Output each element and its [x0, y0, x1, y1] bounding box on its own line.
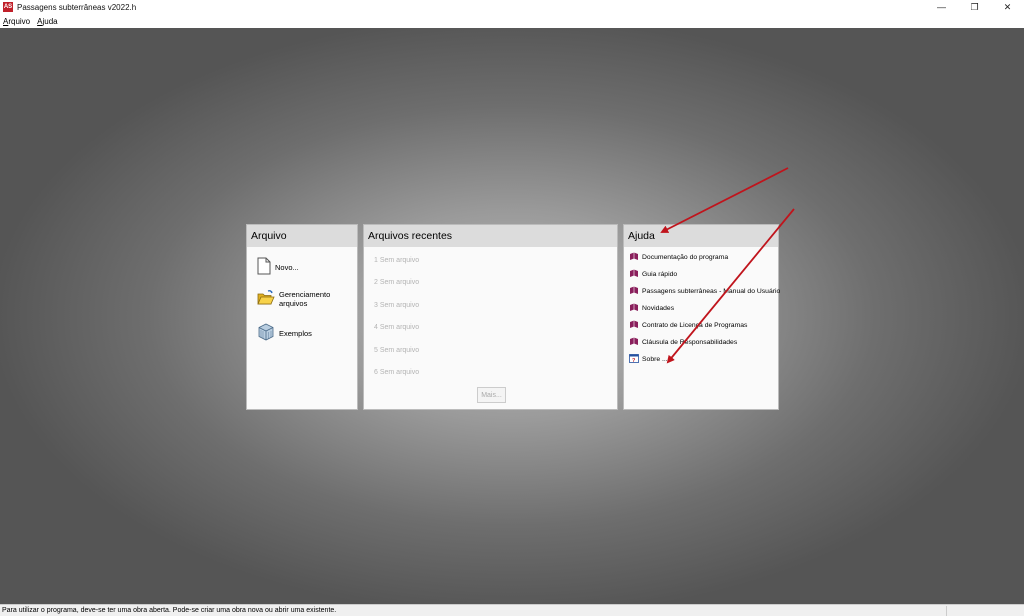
- book-icon: [629, 303, 639, 314]
- recent-file-item[interactable]: 3 Sem arquivo: [374, 302, 419, 309]
- app-icon[interactable]: AS: [3, 2, 13, 12]
- examples-label: Exemplos: [279, 328, 312, 338]
- workspace: Arquivo Novo... Gerenciamento arquivos E…: [0, 28, 1024, 604]
- panel-recent-files: Arquivos recentes 1 Sem arquivo 2 Sem ar…: [363, 224, 618, 410]
- panel-ajuda: Ajuda Documentação do programa Guia rápi…: [623, 224, 780, 410]
- book-icon: [629, 252, 639, 263]
- file-management-label: Gerenciamento arquivos: [279, 290, 331, 308]
- file-management-button[interactable]: Gerenciamento arquivos: [257, 289, 357, 309]
- window-controls: — ❐ ✕: [925, 0, 1024, 14]
- help-about-link[interactable]: ? Sobre ...: [629, 354, 668, 365]
- window-title: Passagens subterrâneas v2022.h: [17, 2, 137, 12]
- help-item-label: Cláusula de Responsabilidades: [642, 339, 738, 346]
- recent-file-item[interactable]: 4 Sem arquivo: [374, 324, 419, 331]
- status-text: Para utilizar o programa, deve-se ter um…: [2, 607, 337, 614]
- panel-recent-files-title: Arquivos recentes: [364, 225, 617, 247]
- status-pane: [946, 606, 1024, 616]
- help-item-label: Contrato de Licença de Programas: [642, 322, 748, 329]
- title-bar: AS Passagens subterrâneas v2022.h — ❐ ✕: [0, 0, 1024, 14]
- close-button[interactable]: ✕: [991, 0, 1024, 14]
- help-item-label: Novidades: [642, 305, 675, 312]
- help-documentation-link[interactable]: Documentação do programa: [629, 252, 728, 263]
- recent-file-item[interactable]: 2 Sem arquivo: [374, 279, 419, 286]
- book-icon: [629, 320, 639, 331]
- restore-button[interactable]: ❐: [958, 0, 991, 14]
- folder-open-icon: [257, 289, 275, 309]
- menu-ajuda-label: juda: [42, 16, 58, 26]
- help-user-manual-link[interactable]: Passagens subterrâneas - Manual do Usuár…: [629, 286, 780, 297]
- book-icon: [629, 269, 639, 280]
- help-disclaimer-link[interactable]: Cláusula de Responsabilidades: [629, 337, 737, 348]
- examples-button[interactable]: Exemplos: [257, 323, 312, 343]
- recent-file-item[interactable]: 1 Sem arquivo: [374, 257, 419, 264]
- recent-file-item[interactable]: 6 Sem arquivo: [374, 369, 419, 376]
- help-item-label: Sobre ...: [642, 356, 668, 363]
- panel-arquivo-title: Arquivo: [247, 225, 357, 247]
- about-info-icon: ?: [629, 354, 639, 365]
- status-bar: Para utilizar o programa, deve-se ter um…: [0, 604, 1024, 616]
- panel-arquivo: Arquivo Novo... Gerenciamento arquivos E…: [246, 224, 358, 410]
- new-file-button[interactable]: Novo...: [257, 257, 299, 277]
- examples-building-icon: [257, 323, 275, 343]
- help-quick-guide-link[interactable]: Guia rápido: [629, 269, 677, 280]
- menu-arquivo[interactable]: Arquivo: [3, 17, 30, 26]
- help-item-label: Passagens subterrâneas - Manual do Usuár…: [642, 288, 781, 295]
- menu-ajuda[interactable]: Ajuda: [37, 17, 57, 26]
- help-item-label: Documentação do programa: [642, 254, 729, 261]
- new-document-icon: [257, 257, 271, 277]
- help-whats-new-link[interactable]: Novidades: [629, 303, 674, 314]
- menu-bar: Arquivo Ajuda: [0, 14, 1024, 28]
- help-item-label: Guia rápido: [642, 271, 678, 278]
- book-icon: [629, 286, 639, 297]
- menu-arquivo-label: rquivo: [8, 16, 31, 26]
- more-recent-button[interactable]: Mais...: [477, 387, 506, 403]
- recent-file-item[interactable]: 5 Sem arquivo: [374, 347, 419, 354]
- new-file-label: Novo...: [275, 262, 299, 272]
- minimize-button[interactable]: —: [925, 0, 958, 14]
- panel-ajuda-title: Ajuda: [624, 225, 778, 247]
- book-icon: [629, 337, 639, 348]
- help-license-link[interactable]: Contrato de Licença de Programas: [629, 320, 747, 331]
